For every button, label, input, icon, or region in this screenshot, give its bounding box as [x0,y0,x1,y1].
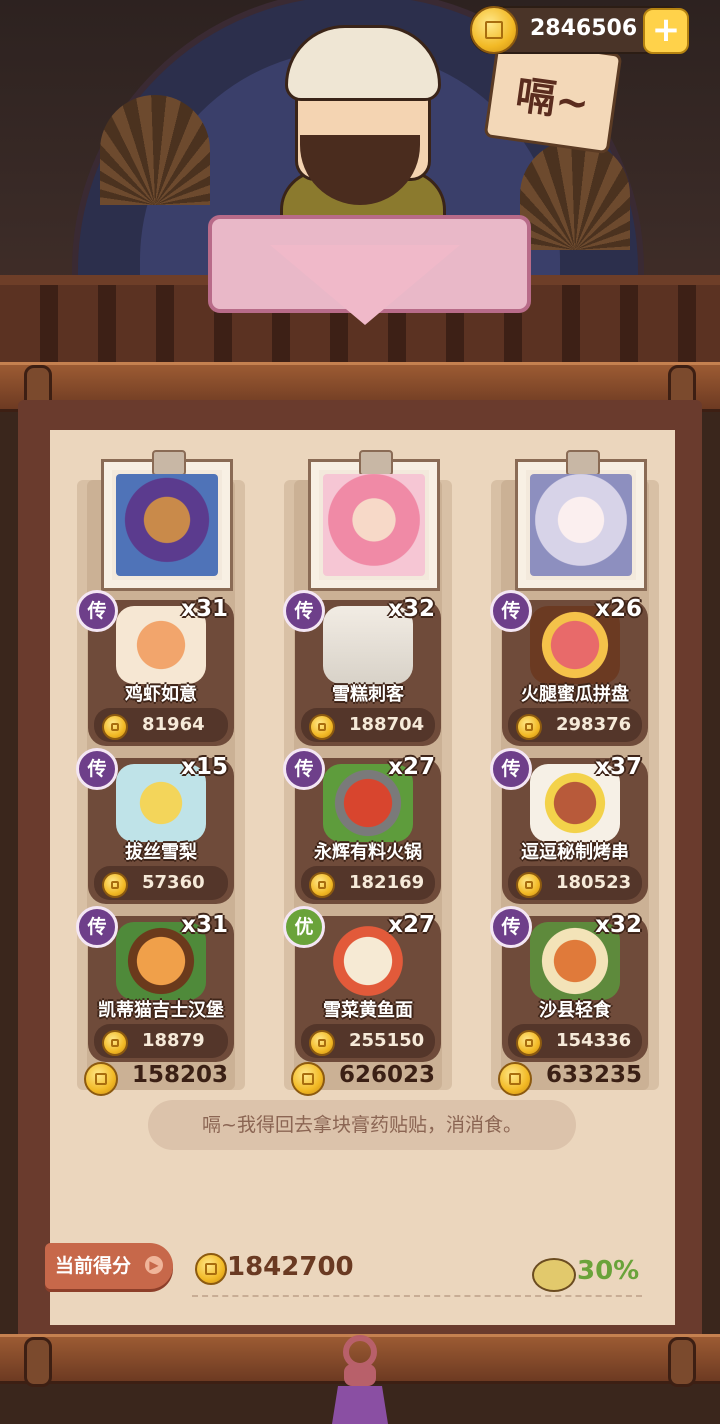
dish-price: 188704 [301,708,435,742]
column-total: 158203 [84,1062,234,1098]
coin-icon [291,1062,325,1096]
column-total: 633235 [498,1062,648,1098]
dish-card[interactable]: 传 x27 永辉有料火锅 182169 [283,748,441,904]
coin-balance: 2846506 + [470,6,689,54]
dish-card[interactable]: 传 x31 凯蒂猫吉士汉堡 18879 [76,906,234,1062]
rarity-badge: 优 [283,906,325,948]
rarity-badge: 传 [76,748,118,790]
rarity-badge: 传 [490,906,532,948]
dish-quantity: x37 [595,754,642,780]
chef-scene: 嗝~ [0,0,720,390]
dish-card[interactable]: 传 x37 逗逗秘制烤串 180523 [490,748,648,904]
dish-name: 拔丝雪梨 [125,842,197,863]
chef-quote: 嗝~我得回去拿块膏药贴贴，消消食。 [148,1100,576,1150]
current-score-value: 1842700 [227,1252,354,1282]
dish-card[interactable]: 传 x31 鸡虾如意 81964 [76,590,234,746]
dish-price: 182169 [301,866,435,900]
customer-portrait-cat[interactable] [518,450,644,588]
rarity-badge: 传 [490,590,532,632]
dish-quantity: x31 [181,912,228,938]
dish-price: 180523 [508,866,642,900]
coin-icon [102,1030,128,1056]
coin-icon [470,6,518,54]
dish-name: 雪菜黄鱼面 [323,1000,413,1021]
fan-left-icon [100,95,210,205]
dish-card[interactable]: 传 x32 沙县轻食 154336 [490,906,648,1062]
dish-name: 逗逗秘制烤串 [521,842,629,863]
coin-icon [309,714,335,740]
coin-icon [309,1030,335,1056]
dish-price: 154336 [508,1024,642,1058]
coin-icon [516,1030,542,1056]
dish-quantity: x31 [181,596,228,622]
dish-quantity: x32 [388,596,435,622]
coin-icon [102,714,128,740]
dish-name: 凯蒂猫吉士汉堡 [98,1000,224,1021]
coin-icon [516,714,542,740]
coin-icon [498,1062,532,1096]
bonus-percent: 30% [577,1256,640,1286]
coin-icon [516,872,542,898]
cat-avatar [530,474,632,576]
dish-card[interactable]: 传 x15 拔丝雪梨 57360 [76,748,234,904]
rarity-badge: 传 [490,748,532,790]
dish-name: 鸡虾如意 [125,684,197,705]
rarity-badge: 传 [283,590,325,632]
bonus-piggy-icon [532,1258,576,1292]
divider [192,1295,642,1297]
coin-icon [309,872,335,898]
dish-price: 57360 [94,866,228,900]
rarity-badge: 传 [283,748,325,790]
dish-card[interactable]: 传 x26 火腿蜜瓜拼盘 298376 [490,590,648,746]
coin-icon [84,1062,118,1096]
customer-portrait-girl[interactable] [311,450,437,588]
dish-quantity: x15 [181,754,228,780]
customer-portrait-bear[interactable] [104,450,230,588]
coin-icon [195,1253,227,1285]
dish-card[interactable]: 优 x27 雪菜黄鱼面 255150 [283,906,441,1062]
bear-avatar [116,474,218,576]
dish-quantity: x32 [595,912,642,938]
play-arrow-icon: ▶ [145,1256,163,1274]
coin-icon [102,872,128,898]
chinese-knot-icon [332,1335,388,1424]
add-coins-button[interactable]: + [643,8,689,54]
rarity-badge: 传 [76,906,118,948]
column-total: 626023 [291,1062,441,1098]
dish-name: 火腿蜜瓜拼盘 [521,684,629,705]
dish-name: 雪糕刺客 [332,684,404,705]
dish-name: 沙县轻食 [539,1000,611,1021]
dish-quantity: x26 [595,596,642,622]
rarity-badge: 传 [76,590,118,632]
dish-price: 81964 [94,708,228,742]
dish-price: 18879 [94,1024,228,1058]
dish-quantity: x27 [388,754,435,780]
current-score-label: 当前得分 [55,1255,132,1277]
girl-avatar [323,474,425,576]
coin-count: 2846506 [530,16,638,41]
current-score-tab[interactable]: 当前得分 ▶ [45,1243,173,1289]
fan-right-icon [520,140,630,250]
dish-price: 255150 [301,1024,435,1058]
burp-sign: 嗝~ [483,36,623,155]
dish-quantity: x27 [388,912,435,938]
dish-name: 永辉有料火锅 [314,842,422,863]
dish-price: 298376 [508,708,642,742]
dish-card[interactable]: 传 x32 雪糕刺客 188704 [283,590,441,746]
